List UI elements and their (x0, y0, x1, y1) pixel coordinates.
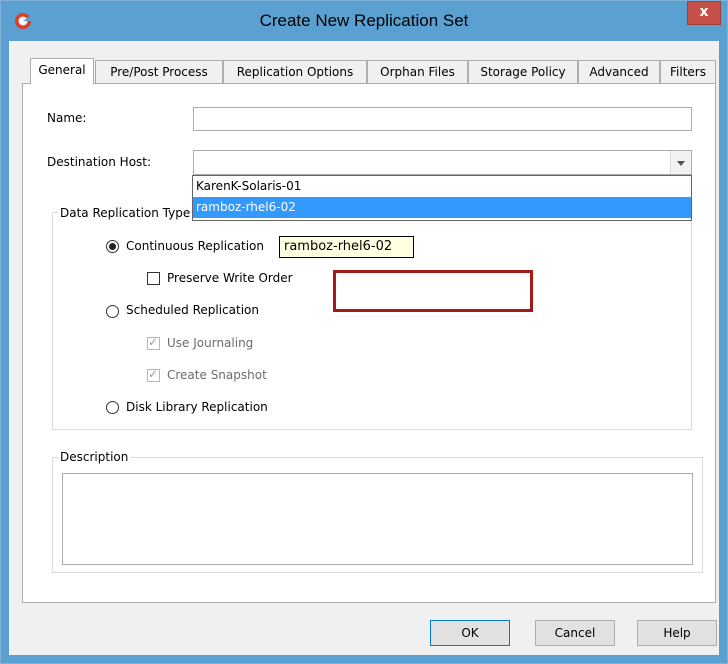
dropdown-option-karenk-solaris-01[interactable]: KarenK-Solaris-01 (193, 176, 691, 197)
destination-host-label: Destination Host: (47, 155, 152, 169)
checkmark-icon: ✓ (148, 335, 159, 349)
annotation-highlight-box (333, 270, 533, 312)
disk-library-replication-label[interactable]: Disk Library Replication (126, 400, 268, 414)
tab-orphan-files[interactable]: Orphan Files (367, 60, 468, 83)
name-label: Name: (47, 111, 87, 125)
description-title: Description (58, 450, 131, 464)
create-snapshot-label: Create Snapshot (167, 368, 267, 382)
checkmark-icon: ✓ (148, 367, 159, 381)
continuous-replication-radio[interactable] (106, 240, 119, 253)
chevron-down-icon[interactable] (670, 151, 691, 174)
create-snapshot-checkbox[interactable]: ✓ (147, 367, 160, 382)
close-button[interactable]: x (687, 1, 721, 25)
tab-general[interactable]: General (30, 58, 94, 84)
continuous-replication-label[interactable]: Continuous Replication (126, 239, 264, 253)
disk-library-replication-radio[interactable] (106, 401, 119, 414)
title-bar[interactable]: Create New Replication Set x (1, 1, 727, 41)
tab-filters[interactable]: Filters (660, 60, 716, 83)
dropdown-option-ramboz-rhel6-02[interactable]: ramboz-rhel6-02 (193, 197, 691, 218)
data-replication-type-title: Data Replication Type (58, 206, 193, 220)
destination-host-combobox[interactable] (193, 150, 692, 175)
tab-advanced[interactable]: Advanced (578, 60, 660, 83)
tab-pre-post-process[interactable]: Pre/Post Process (95, 60, 223, 83)
tooltip: ramboz-rhel6-02 (279, 236, 414, 258)
name-input[interactable] (193, 107, 692, 131)
tab-storage-policy[interactable]: Storage Policy (468, 60, 578, 83)
preserve-write-order-checkbox[interactable] (147, 272, 160, 285)
cancel-button[interactable]: Cancel (535, 620, 615, 646)
use-journaling-label: Use Journaling (167, 336, 254, 350)
scheduled-replication-label[interactable]: Scheduled Replication (126, 303, 259, 317)
window-title: Create New Replication Set (259, 11, 469, 30)
scheduled-replication-radio[interactable] (106, 305, 119, 318)
tab-replication-options[interactable]: Replication Options (223, 60, 367, 83)
ok-button[interactable]: OK (430, 620, 510, 646)
use-journaling-checkbox[interactable]: ✓ (147, 335, 160, 350)
description-textarea[interactable] (62, 473, 693, 565)
destination-host-dropdown-list: KarenK-Solaris-01 ramboz-rhel6-02 (192, 175, 692, 221)
preserve-write-order-label[interactable]: Preserve Write Order (167, 271, 293, 285)
help-button[interactable]: Help (637, 620, 717, 646)
